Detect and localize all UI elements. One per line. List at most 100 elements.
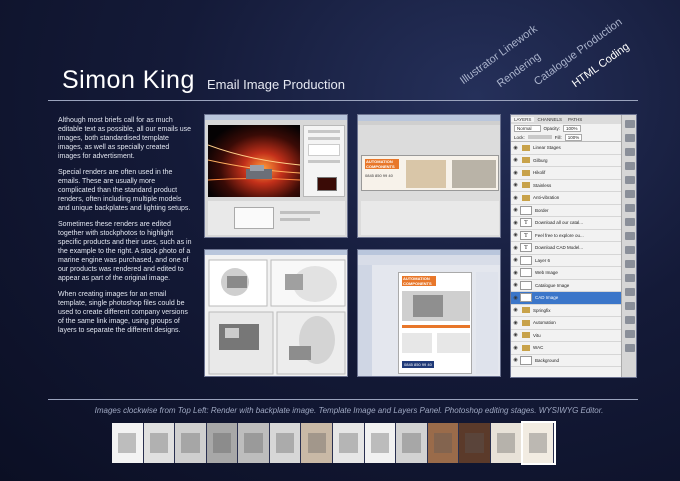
- screenshot-template-image[interactable]: AUTOMATION COMPONENTS 0845 850 99 40: [357, 114, 501, 238]
- screenshot-render-backplate[interactable]: [204, 114, 348, 238]
- text-layer-icon: T: [520, 218, 532, 228]
- layer-name: Linear Stages: [533, 145, 561, 151]
- tab-channels[interactable]: CHANNELS: [534, 117, 565, 122]
- visibility-eye-icon[interactable]: ◉: [511, 282, 520, 288]
- layer-row[interactable]: ◉ Hikolif: [511, 167, 621, 180]
- text-layer-icon: T: [520, 230, 532, 240]
- visibility-eye-icon[interactable]: ◉: [511, 257, 520, 263]
- blend-mode-select[interactable]: Normal: [514, 125, 541, 132]
- thumbnail-graphic: [149, 433, 169, 453]
- visibility-eye-icon[interactable]: ◉: [511, 170, 520, 176]
- tool-button-icon[interactable]: [625, 274, 635, 282]
- thumbnail[interactable]: [206, 423, 239, 463]
- thumbnail[interactable]: [490, 423, 523, 463]
- lock-icons[interactable]: [527, 135, 552, 139]
- tool-button-icon[interactable]: [625, 232, 635, 240]
- email-preview: AUTOMATION COMPONENTS 0845 850 99 40: [398, 272, 472, 374]
- tool-button-icon[interactable]: [625, 218, 635, 226]
- opacity-value[interactable]: 100%: [563, 125, 581, 132]
- tool-button-icon[interactable]: [625, 316, 635, 324]
- screenshot-layers-panel[interactable]: LAYERS CHANNELS PATHS Normal Opacity: 10…: [510, 114, 637, 378]
- visibility-eye-icon[interactable]: ◉: [511, 357, 520, 363]
- thumbnail[interactable]: [238, 423, 270, 463]
- thumbnail[interactable]: [364, 423, 397, 463]
- visibility-eye-icon[interactable]: ◉: [511, 182, 520, 188]
- visibility-eye-icon[interactable]: ◉: [511, 245, 520, 251]
- tool-button-icon[interactable]: [625, 260, 635, 268]
- layer-row[interactable]: ◉ Catalogue Image: [511, 280, 621, 292]
- layer-row[interactable]: ◉ T Download CAD Model...: [511, 242, 621, 255]
- folder-icon: [522, 307, 530, 314]
- paragraph: Special renders are often used in the em…: [58, 169, 191, 212]
- thumbnail[interactable]: [396, 423, 428, 463]
- visibility-eye-icon[interactable]: ◉: [511, 307, 520, 313]
- thumbnail[interactable]: [269, 423, 302, 463]
- opacity-label: Opacity:: [543, 126, 561, 131]
- tool-button-icon[interactable]: [625, 134, 635, 142]
- layer-thumbnail: [520, 205, 532, 215]
- visibility-eye-icon[interactable]: ◉: [511, 320, 520, 326]
- thumbnail[interactable]: [520, 421, 557, 465]
- tool-button-icon[interactable]: [625, 302, 635, 310]
- tool-button-icon[interactable]: [625, 162, 635, 170]
- layer-name: Border: [535, 207, 549, 213]
- thumbnail[interactable]: [175, 423, 207, 463]
- template-phone: 0845 850 99 40: [365, 173, 393, 178]
- layer-row[interactable]: ◉ Layer 6: [511, 255, 621, 267]
- layer-row[interactable]: ◉ Anti-vibration: [511, 192, 621, 205]
- folder-icon: [522, 319, 530, 326]
- layer-list: ◉ Linear Stages ◉ Gilburg ◉ Hikolif ◉ Stainless…: [511, 142, 621, 367]
- layer-row[interactable]: ◉ Linear Stages: [511, 142, 621, 155]
- visibility-eye-icon[interactable]: ◉: [511, 145, 520, 151]
- image-caption: Images clockwise from Top Left: Render w…: [94, 406, 604, 415]
- visibility-eye-icon[interactable]: ◉: [511, 195, 520, 201]
- screenshot-wysiwyg-editor[interactable]: AUTOMATION COMPONENTS 0845 850 99 40: [357, 249, 501, 377]
- tab-layers[interactable]: LAYERS: [511, 117, 535, 122]
- description-text: Although most briefs call for as much ed…: [58, 116, 192, 342]
- template-banner: AUTOMATION COMPONENTS 0845 850 99 40: [361, 155, 499, 191]
- layer-row[interactable]: ◉ CAD Image: [511, 292, 621, 305]
- tab-paths[interactable]: PATHS: [565, 117, 585, 122]
- visibility-eye-icon[interactable]: ◉: [511, 345, 520, 351]
- thumbnail[interactable]: [301, 423, 334, 463]
- tool-button-icon[interactable]: [625, 148, 635, 156]
- layer-row[interactable]: ◉ Springfix: [511, 305, 621, 317]
- thumbnail-strip: [112, 421, 557, 465]
- thumbnail[interactable]: [427, 423, 460, 463]
- screenshot-editing-stages[interactable]: [204, 249, 348, 377]
- visibility-eye-icon[interactable]: ◉: [511, 332, 520, 338]
- layer-row[interactable]: ◉ Border: [511, 205, 621, 217]
- template-logo-line2: COMPONENTS: [366, 164, 395, 169]
- visibility-eye-icon[interactable]: ◉: [511, 157, 520, 163]
- tool-button-icon[interactable]: [625, 176, 635, 184]
- visibility-eye-icon[interactable]: ◉: [511, 295, 520, 301]
- visibility-eye-icon[interactable]: ◉: [511, 207, 520, 213]
- layer-row[interactable]: ◉ Gilburg: [511, 155, 621, 167]
- layer-row[interactable]: ◉ Automation: [511, 317, 621, 330]
- layer-row[interactable]: ◉ T Download all our catal...: [511, 217, 621, 230]
- tool-button-icon[interactable]: [625, 120, 635, 128]
- layer-row[interactable]: ◉ Background: [511, 355, 621, 367]
- thumbnail[interactable]: [143, 423, 176, 463]
- tool-button-icon[interactable]: [625, 204, 635, 212]
- layer-row[interactable]: ◉ Vitu: [511, 330, 621, 342]
- fill-value[interactable]: 100%: [564, 133, 583, 141]
- layer-row[interactable]: ◉ WAC: [511, 342, 621, 355]
- thumbnail[interactable]: [333, 423, 365, 463]
- thumbnail[interactable]: [112, 423, 144, 463]
- layer-row[interactable]: ◉ T Feel free to explore ou...: [511, 230, 621, 242]
- folder-icon: [522, 194, 530, 201]
- lock-label: Lock:: [514, 134, 525, 140]
- layer-row[interactable]: ◉ Stainless: [511, 180, 621, 192]
- visibility-eye-icon[interactable]: ◉: [511, 270, 520, 276]
- visibility-eye-icon[interactable]: ◉: [511, 232, 520, 238]
- thumbnail[interactable]: [459, 423, 491, 463]
- tool-button-icon[interactable]: [625, 330, 635, 338]
- tool-button-icon[interactable]: [625, 288, 635, 296]
- tool-button-icon[interactable]: [625, 190, 635, 198]
- layer-row[interactable]: ◉ Web Image: [511, 267, 621, 280]
- tool-button-icon[interactable]: [625, 246, 635, 254]
- tool-button-icon[interactable]: [625, 344, 635, 352]
- visibility-eye-icon[interactable]: ◉: [511, 220, 520, 226]
- layer-thumbnail: [520, 255, 532, 265]
